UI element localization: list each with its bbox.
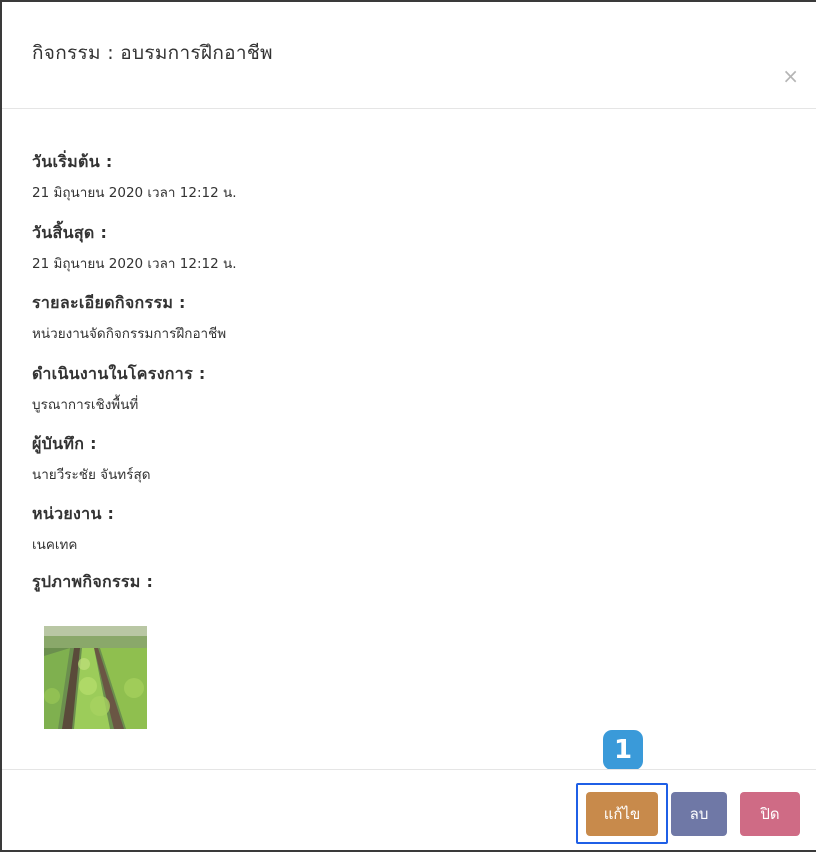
delete-button[interactable]: ลบ [671, 792, 727, 836]
field-start-date: วันเริ่มต้น : 21 มิถุนายน 2020 เวลา 12:1… [32, 150, 236, 203]
field-label: วันเริ่มต้น : [32, 152, 113, 171]
field-department: หน่วยงาน : เนคเทค [32, 502, 114, 555]
field-value: นายวีระชัย จันทร์สุด [32, 467, 151, 483]
field-project: ดำเนินงานในโครงการ : บูรณาการเชิงพื้นที่ [32, 362, 206, 415]
edit-button[interactable]: แก้ไข [586, 792, 658, 836]
modal-body: วันเริ่มต้น : 21 มิถุนายน 2020 เวลา 12:1… [2, 110, 816, 769]
field-value: 21 มิถุนายน 2020 เวลา 12:12 น. [32, 185, 237, 201]
field-value: เนคเทค [32, 537, 78, 553]
step-badge: 1 [603, 730, 643, 770]
modal-title: กิจกรรม : อบรมการฝึกอาชีพ [32, 42, 273, 64]
field-value: 21 มิถุนายน 2020 เวลา 12:12 น. [32, 256, 237, 272]
field-label: รูปภาพกิจกรรม : [32, 572, 154, 591]
field-label: วันสิ้นสุด : [32, 223, 108, 242]
modal-footer: แก้ไข ลบ ปิด [2, 769, 816, 850]
field-label: ผู้บันทึก : [32, 434, 97, 453]
field-value: หน่วยงานจัดกิจกรรมการฝึกอาชีพ [32, 326, 227, 342]
field-recorder: ผู้บันทึก : นายวีระชัย จันทร์สุด [32, 432, 150, 485]
field-label: รายละเอียดกิจกรรม : [32, 293, 186, 312]
activity-photo[interactable] [44, 626, 147, 729]
close-button[interactable]: ปิด [740, 792, 800, 836]
field-activity-detail: รายละเอียดกิจกรรม : หน่วยงานจัดกิจกรรมกา… [32, 291, 226, 344]
field-label: ดำเนินงานในโครงการ : [32, 364, 206, 383]
vegetable-field-image [44, 626, 147, 729]
field-photos: รูปภาพกิจกรรม : [32, 570, 153, 595]
field-label: หน่วยงาน : [32, 504, 115, 523]
close-icon[interactable]: × [782, 66, 799, 86]
field-end-date: วันสิ้นสุด : 21 มิถุนายน 2020 เวลา 12:12… [32, 221, 236, 274]
modal-header: กิจกรรม : อบรมการฝึกอาชีพ × [2, 2, 816, 109]
field-value: บูรณาการเชิงพื้นที่ [32, 397, 139, 413]
